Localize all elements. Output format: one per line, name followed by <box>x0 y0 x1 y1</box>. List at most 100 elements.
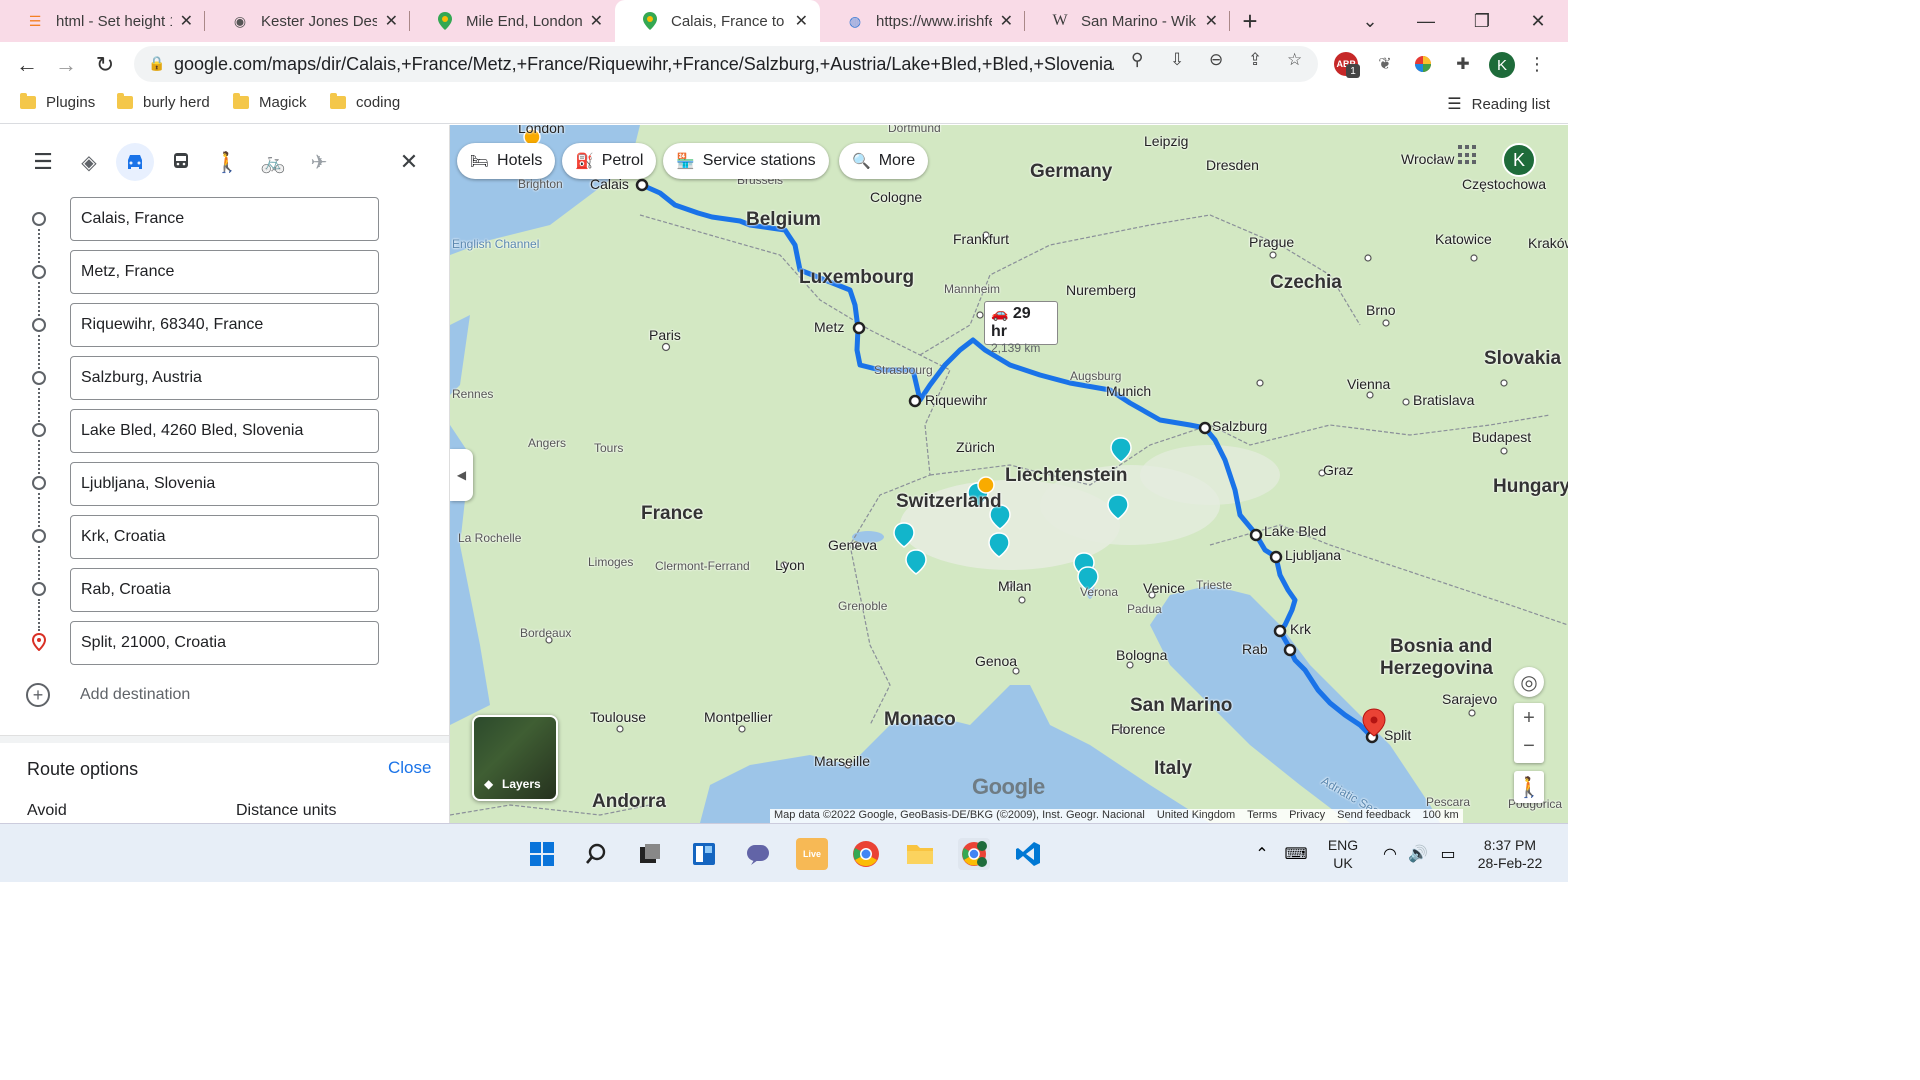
language-indicator[interactable]: ENG UK <box>1326 836 1360 872</box>
zoom-icon[interactable]: ⊖ <box>1209 50 1223 70</box>
browser-tab[interactable]: ◉ Kester Jones Desig ✕ <box>205 0 410 42</box>
browser-tab[interactable]: ☰ html - Set height 1( ✕ <box>0 0 205 42</box>
service-stations-chip[interactable]: 🏪 Service stations <box>663 143 829 179</box>
windows-start-icon[interactable] <box>526 838 558 870</box>
pegman-icon[interactable]: 🚶 <box>1514 771 1544 803</box>
search-icon[interactable] <box>580 838 612 870</box>
route-duration-callout[interactable]: 🚗 29 hr 2,139 km <box>984 301 1058 355</box>
browser-tab[interactable]: W San Marino - Wikip ✕ <box>1025 0 1230 42</box>
map-label: Frankfurt <box>953 231 1010 247</box>
send-feedback-link[interactable]: Send feedback <box>1337 809 1410 823</box>
bookmark-star-icon[interactable]: ☆ <box>1287 50 1302 70</box>
zoom-out-icon[interactable]: − <box>1523 733 1535 763</box>
map-label: Zürich <box>956 439 995 455</box>
livestream-app-icon[interactable]: Live <box>796 838 828 870</box>
stop-input-5[interactable]: Lake Bled, 4260 Bled, Slovenia <box>70 409 379 453</box>
stop-input-7[interactable]: Krk, Croatia <box>70 515 379 559</box>
stop-input-8[interactable]: Rab, Croatia <box>70 568 379 612</box>
google-logo: Google <box>972 774 1045 799</box>
browser-tab-active[interactable]: Calais, France to Sp ✕ <box>615 0 820 42</box>
close-tab-icon[interactable]: ✕ <box>1205 11 1218 31</box>
hotels-chip[interactable]: 🛏 Hotels <box>457 143 556 179</box>
bookmark-folder[interactable]: Magick <box>233 93 307 111</box>
folder-icon <box>233 93 249 109</box>
bookmark-label: Magick <box>259 94 307 111</box>
chrome-icon[interactable] <box>850 838 882 870</box>
install-icon[interactable]: ⇩ <box>1170 50 1184 70</box>
driving-mode-icon[interactable] <box>116 143 154 181</box>
tab-search-icon[interactable]: ⌄ <box>1342 0 1398 42</box>
stop-input-1[interactable]: Calais, France <box>70 197 379 241</box>
stop-input-4[interactable]: Salzburg, Austria <box>70 356 379 400</box>
restore-icon[interactable]: ❐ <box>1454 0 1510 42</box>
tray-overflow-chevron-icon[interactable]: ⌃ <box>1246 838 1278 870</box>
collapse-panel-button[interactable]: ◀ <box>450 449 473 501</box>
terms-link[interactable]: Terms <box>1247 809 1277 823</box>
back-arrow-icon[interactable]: ← <box>12 50 42 80</box>
map-canvas[interactable]: London Brighton Calais Brussels Cologne … <box>450 125 1568 823</box>
close-tab-icon[interactable]: ✕ <box>385 11 398 31</box>
region-link[interactable]: United Kingdom <box>1157 809 1235 823</box>
close-tab-icon[interactable]: ✕ <box>1000 11 1013 31</box>
close-tab-icon[interactable]: ✕ <box>590 11 603 31</box>
vscode-icon[interactable] <box>1012 838 1044 870</box>
widgets-icon[interactable] <box>688 838 720 870</box>
petrol-chip[interactable]: ⛽ Petrol <box>562 143 657 179</box>
browser-tab[interactable]: Mile End, London, U ✕ <box>410 0 615 42</box>
close-directions-icon[interactable]: ✕ <box>390 143 428 181</box>
region-code: UK <box>1333 855 1353 871</box>
volume-icon[interactable]: 🔊 <box>1402 838 1434 870</box>
profile-avatar[interactable]: K <box>1489 52 1515 78</box>
new-tab-button[interactable]: + <box>1230 0 1270 42</box>
color-wheel-extension-icon[interactable] <box>1411 52 1435 76</box>
extensions-puzzle-icon[interactable]: ✚ <box>1451 52 1475 76</box>
stop-input-9[interactable]: Split, 21000, Croatia <box>70 621 379 665</box>
stop-input-2[interactable]: Metz, France <box>70 250 379 294</box>
bookmark-folder[interactable]: burly herd <box>117 93 210 111</box>
flights-mode-icon[interactable]: ✈ <box>300 143 338 181</box>
map-label: London <box>518 125 565 136</box>
location-pin-icon[interactable]: ⚲ <box>1131 50 1143 70</box>
country-label: Luxembourg <box>799 267 915 288</box>
menu-icon[interactable]: ☰ <box>24 143 62 181</box>
reload-icon[interactable]: ↻ <box>90 50 120 80</box>
cycling-mode-icon[interactable]: 🚲 <box>254 143 292 181</box>
stop-input-6[interactable]: Ljubljana, Slovenia <box>70 462 379 506</box>
bookmark-folder[interactable]: Plugins <box>20 93 95 111</box>
privacy-link[interactable]: Privacy <box>1289 809 1325 823</box>
browser-tab[interactable]: ◍ https://www.irishfe ✕ <box>820 0 1025 42</box>
stop-marker-icon <box>32 423 46 437</box>
keyboard-icon[interactable]: ⌨ <box>1280 838 1312 870</box>
minimize-icon[interactable]: — <box>1398 0 1454 42</box>
close-tab-icon[interactable]: ✕ <box>180 11 193 31</box>
add-destination-button[interactable]: + Add destination <box>26 683 190 707</box>
bookmark-folder[interactable]: coding <box>330 93 400 111</box>
account-avatar[interactable]: K <box>1502 143 1536 177</box>
route-options-close-link[interactable]: Close <box>388 758 431 778</box>
close-window-icon[interactable]: ✕ <box>1510 0 1566 42</box>
chrome-profile-icon[interactable] <box>958 838 990 870</box>
more-chip[interactable]: 🔍 More <box>839 143 929 179</box>
task-view-icon[interactable] <box>634 838 666 870</box>
walking-mode-icon[interactable]: 🚶 <box>208 143 246 181</box>
layers-button[interactable]: ◆ Layers <box>472 715 558 801</box>
battery-icon[interactable]: ▭ <box>1432 838 1464 870</box>
feather-extension-icon[interactable]: ❦ <box>1373 52 1397 76</box>
scale-label[interactable]: 100 km <box>1423 809 1459 823</box>
close-tab-icon[interactable]: ✕ <box>795 11 808 31</box>
share-icon[interactable]: ⇪ <box>1248 50 1262 70</box>
reading-list-button[interactable]: ☰ Reading list <box>1447 94 1550 114</box>
browser-menu-icon[interactable]: ⋮ <box>1525 52 1549 76</box>
file-explorer-icon[interactable] <box>904 838 936 870</box>
stop-input-3[interactable]: Riquewihr, 68340, France <box>70 303 379 347</box>
route-connector <box>38 335 40 369</box>
google-apps-icon[interactable] <box>1458 145 1478 165</box>
forward-arrow-icon[interactable]: → <box>51 50 81 80</box>
teams-chat-icon[interactable] <box>742 838 774 870</box>
my-location-icon[interactable]: ◎ <box>1514 667 1544 697</box>
transit-mode-icon[interactable] <box>162 143 200 181</box>
clock[interactable]: 8:37 PM 28-Feb-22 <box>1470 836 1550 872</box>
map-label: Montpellier <box>704 709 773 725</box>
best-route-icon[interactable]: ◈ <box>70 143 108 181</box>
zoom-in-icon[interactable]: + <box>1523 703 1535 733</box>
